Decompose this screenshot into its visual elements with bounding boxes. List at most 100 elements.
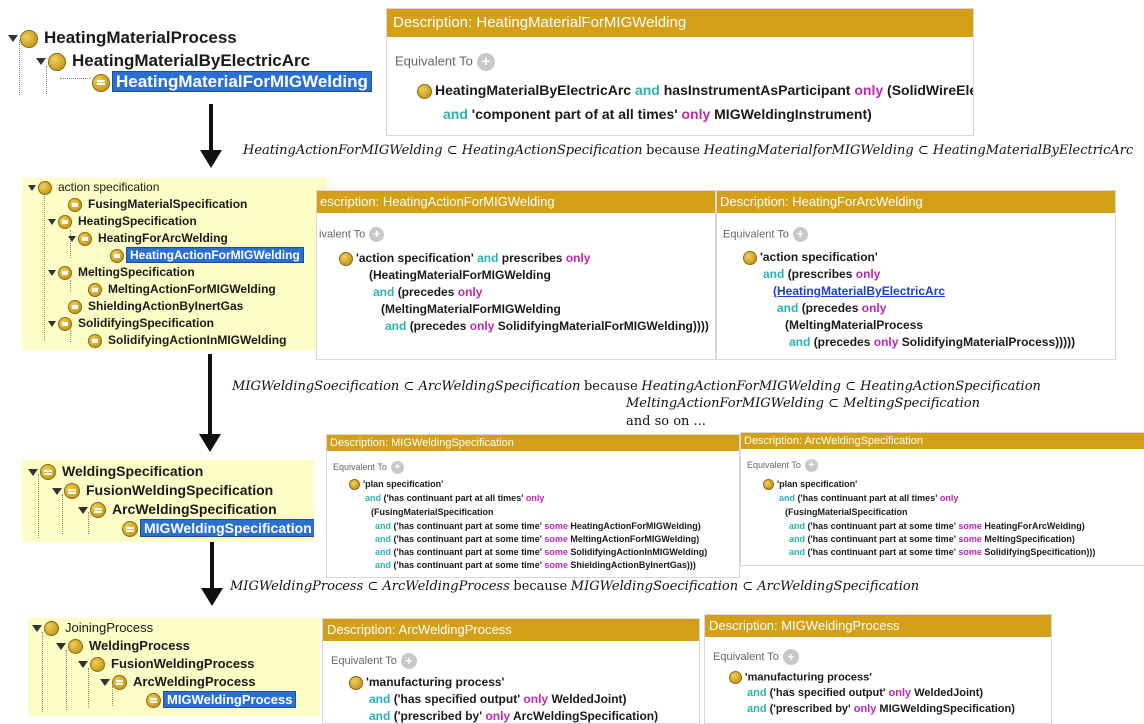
expand-triangle-icon[interactable] (36, 58, 46, 66)
defined-class-icon (68, 299, 82, 314)
defined-class-icon (40, 464, 56, 481)
tree-node-arc-welding-process[interactable]: ArcWeldingProcess (100, 674, 259, 691)
caption-subsumption-2-line3: and so on ... (626, 414, 706, 429)
expand-triangle-icon[interactable] (8, 35, 18, 43)
add-icon[interactable]: + (400, 653, 417, 669)
class-icon (20, 29, 38, 48)
tree-node-fusion-welding-specification[interactable]: FusionWeldingSpecification (52, 482, 276, 500)
equivalent-to-header: Equivalent To + (395, 53, 495, 71)
down-arrow-head (199, 434, 221, 452)
tree-node-mig-welding-specification[interactable]: MIGWeldingSpecification (122, 519, 314, 538)
defined-class-icon (122, 521, 138, 538)
description-panel-mig-welding-process: Description: MIGWeldingProcess Equivalen… (704, 614, 1052, 724)
expression-line: and ('has continuant part at some time' … (375, 534, 700, 544)
tree-node-melting-action-for-mig-welding[interactable]: MeltingActionForMIGWelding (88, 282, 279, 297)
tree-node-heating-specification[interactable]: HeatingSpecification (48, 214, 200, 229)
expression-line: (MeltingMaterialProcess (785, 318, 924, 332)
tree-node-welding-process[interactable]: WeldingProcess (56, 638, 193, 655)
class-icon (339, 251, 353, 266)
expand-triangle-icon[interactable] (48, 269, 56, 276)
description-panel-mig-welding-specification: Description: MIGWeldingSpecification Equ… (326, 434, 740, 578)
expand-triangle-icon[interactable] (48, 320, 56, 327)
tree-node-melting-specification[interactable]: MeltingSpecification (48, 265, 198, 280)
tree-node-solidifying-action-in-mig-welding[interactable]: SolidifyingActionInMIGWelding (88, 333, 289, 348)
tree-node-shielding-action-by-inert-gas[interactable]: ShieldingActionByInertGas (68, 299, 246, 314)
defined-class-icon (92, 73, 110, 92)
add-icon[interactable]: + (476, 53, 495, 71)
class-icon (417, 83, 432, 99)
expand-triangle-icon[interactable] (48, 218, 56, 225)
expression-line: and ('has continuant part at some time' … (789, 534, 1075, 544)
class-hierarchy-tree-2: action specification FusingMaterialSpeci… (22, 178, 327, 350)
expand-triangle-icon[interactable] (52, 487, 62, 495)
class-hierarchy-tree-4: JoiningProcess WeldingProcess FusionWeld… (28, 618, 320, 716)
expression-line: and (precedes only SolidifyingMaterialFo… (385, 319, 709, 333)
expression-line: and ('has continuant part at some time' … (375, 560, 696, 570)
expression-line: 'plan specification' (349, 479, 443, 491)
equivalent-to-header: Equivalent To + (713, 649, 799, 665)
tree-node-welding-specification[interactable]: WeldingSpecification (28, 463, 206, 481)
add-icon[interactable]: + (792, 227, 808, 242)
equivalent-to-header: Equivalent To + (747, 459, 818, 472)
tree-node-heating-material-process[interactable]: HeatingMaterialProcess (8, 28, 240, 48)
description-panel-heating-action-for-mig-welding: escription: HeatingActionForMIGWelding i… (316, 190, 716, 360)
tree-node-action-specification[interactable]: action specification (28, 180, 162, 195)
expand-triangle-icon[interactable] (28, 184, 36, 191)
tree-node-arc-welding-specification[interactable]: ArcWeldingSpecification (78, 501, 280, 519)
equivalent-to-header: ivalent To + (319, 227, 385, 242)
tree-node-heating-for-arc-welding[interactable]: HeatingForArcWelding (68, 231, 231, 246)
description-panel-arc-welding-process: Description: ArcWeldingProcess Equivalen… (322, 618, 700, 724)
class-icon (729, 671, 742, 684)
tree-node-fusing-material-specification[interactable]: FusingMaterialSpecification (68, 197, 250, 212)
expand-triangle-icon[interactable] (56, 643, 66, 651)
caption-subsumption-1: HeatingActionForMIGWelding ⊂ HeatingActi… (243, 143, 1134, 158)
tree-node-heating-action-for-mig-welding[interactable]: HeatingActionForMIGWelding (110, 247, 304, 263)
expand-triangle-icon[interactable] (32, 625, 42, 633)
cropped-tree-node (62, 94, 322, 98)
expand-triangle-icon[interactable] (78, 661, 88, 669)
down-arrow-head (200, 150, 222, 168)
add-icon[interactable]: + (782, 649, 799, 665)
defined-class-icon (64, 483, 80, 500)
tree-node-heating-material-for-mig-welding[interactable]: HeatingMaterialForMIGWelding (92, 71, 372, 92)
expression-line: and ('has specified output' only WeldedJ… (747, 687, 984, 699)
expression-line: HeatingMaterialByElectricArc and hasInst… (417, 82, 973, 99)
down-arrow (209, 104, 213, 152)
description-panel-arc-welding-specification: Description: ArcWeldingSpecification Equ… (740, 432, 1144, 566)
expand-triangle-icon[interactable] (100, 679, 110, 687)
expression-line: and ('has continuant part at some time' … (789, 521, 1085, 531)
down-arrow (210, 542, 214, 590)
panel-title: escription: HeatingActionForMIGWelding (317, 191, 715, 213)
expression-line: 'action specification' (743, 250, 878, 265)
expression-line: and ('has specified output' only WeldedJ… (369, 692, 627, 706)
expression-line: 'manufacturing process' (729, 671, 872, 684)
expression-line: and ('prescribed by' only ArcWeldingSpec… (369, 709, 659, 723)
add-icon[interactable]: + (369, 227, 385, 242)
add-icon[interactable]: + (390, 461, 404, 474)
add-icon[interactable]: + (804, 459, 818, 472)
expand-triangle-icon[interactable] (78, 506, 88, 514)
class-icon (68, 639, 83, 655)
class-hierarchy-tree-1: HeatingMaterialProcess HeatingMaterialBy… (0, 18, 380, 98)
class-icon (743, 250, 757, 265)
down-arrow (208, 354, 212, 436)
defined-class-icon (88, 282, 102, 297)
defined-class-icon (58, 214, 72, 229)
class-icon (349, 675, 363, 690)
class-link[interactable]: (HeatingMaterialByElectricArc (773, 284, 945, 298)
tree-node-mig-welding-process[interactable]: MIGWeldingProcess (146, 691, 297, 709)
class-icon (44, 621, 59, 637)
tree-node-heating-material-by-electric-arc[interactable]: HeatingMaterialByElectricArc (36, 51, 313, 71)
expression-line: and ('has continuant part at some time' … (375, 547, 708, 557)
expression-line: and ('has continuant part at all times' … (779, 493, 959, 503)
expression-line: and (precedes only (373, 285, 483, 299)
expand-triangle-icon[interactable] (28, 468, 38, 476)
expand-triangle-icon[interactable] (68, 235, 76, 242)
tree-node-fusion-welding-process[interactable]: FusionWeldingProcess (78, 656, 258, 673)
caption-subsumption-2: MIGWeldingSoecification ⊂ ArcWeldingSpec… (232, 379, 1041, 394)
expression-line: and ('has continuant part at all times' … (365, 493, 545, 503)
tree-node-solidifying-specification[interactable]: SolidifyingSpecification (48, 316, 217, 331)
panel-title: Description: MIGWeldingSpecification (327, 435, 739, 451)
defined-class-icon (58, 316, 72, 331)
tree-node-joining-process[interactable]: JoiningProcess (32, 620, 156, 637)
